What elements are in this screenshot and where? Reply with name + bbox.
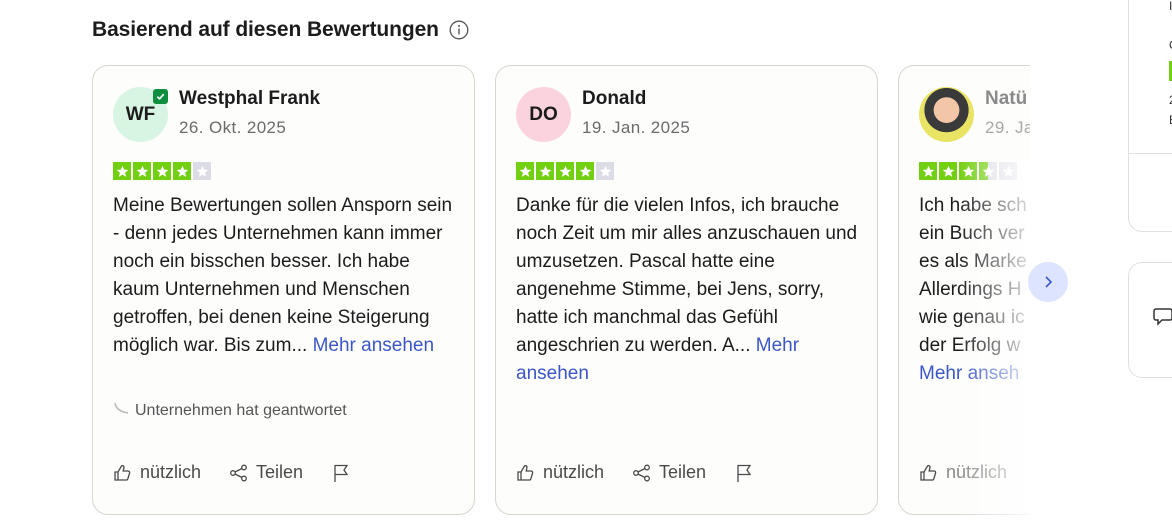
star-rating: [919, 162, 1017, 180]
share-label: Teilen: [256, 462, 304, 482]
useful-button[interactable]: nützlich: [516, 462, 604, 483]
reply-curve-icon: [114, 402, 129, 414]
useful-label: nützlich: [140, 462, 202, 482]
side-chat-box[interactable]: [1128, 262, 1172, 378]
share-button[interactable]: Teilen: [632, 462, 706, 483]
review-actions: nützlich Teilen: [113, 462, 379, 483]
star-icon: [193, 162, 211, 180]
company-replied-label: Unternehmen hat geantwortet: [135, 402, 347, 419]
share-label: Teilen: [659, 462, 707, 482]
star-icon: [919, 162, 937, 180]
star-rating: [113, 162, 211, 180]
review-body: Danke für die vielen Infos, ich brauche …: [516, 195, 858, 356]
section-heading: Basierend auf diesen Bewertungen: [92, 18, 469, 42]
star-icon: [536, 162, 554, 180]
side-summary-box: I C 2 E: [1128, 0, 1172, 232]
share-icon: [633, 464, 650, 481]
read-more-link[interactable]: Mehr anseh: [919, 363, 1019, 384]
review-card: Natü 29. Ja Ich habe sch ein Buch ver es…: [898, 65, 1030, 515]
share-button[interactable]: Teilen: [229, 462, 303, 483]
review-body: Meine Bewertungen sollen Ansporn sein - …: [113, 195, 453, 356]
star-rating: [516, 162, 614, 180]
share-icon: [230, 464, 247, 481]
review-actions: nützlich: [919, 462, 1030, 483]
reviewer-name[interactable]: Natü: [985, 88, 1027, 110]
chevron-right-icon: [1045, 276, 1053, 288]
star-icon: [999, 162, 1017, 180]
avatar-initials: WF: [125, 103, 156, 125]
star-icon: [133, 162, 151, 180]
review-line: Ich habe sch: [919, 195, 1027, 216]
avatar: DO: [516, 87, 571, 142]
review-text: Ich habe sch ein Buch ver es als Marke A…: [919, 192, 1030, 388]
review-date: 26. Okt. 2025: [179, 118, 287, 137]
reviewer-name[interactable]: Donald: [582, 88, 646, 110]
star-icon: [173, 162, 191, 180]
side-divider: [1129, 153, 1172, 154]
review-line: es als Marke: [919, 251, 1027, 272]
review-line: wie genau ic: [919, 307, 1025, 328]
star-icon: [113, 162, 131, 180]
report-button[interactable]: [734, 463, 754, 483]
star-icon: [516, 162, 534, 180]
star-icon: [153, 162, 171, 180]
reviewer-name[interactable]: Westphal Frank: [179, 88, 320, 110]
flag-icon: [334, 464, 349, 482]
review-card: DO Donald 19. Jan. 2025 Danke für die vi…: [495, 65, 878, 515]
read-more-link[interactable]: Mehr ansehen: [313, 335, 434, 356]
review-line: der Erfolg w: [919, 335, 1021, 356]
review-actions: nützlich Teilen: [516, 462, 782, 483]
star-icon: [959, 162, 977, 180]
star-icon: [939, 162, 957, 180]
avatar: [919, 87, 974, 142]
reviews-track: WF Westphal Frank 26. Okt. 2025 Meine Be…: [92, 65, 1030, 515]
thumbs-up-icon: [920, 464, 937, 481]
review-text: Meine Bewertungen sollen Ansporn sein - …: [113, 192, 458, 360]
review-line: Allerdings H: [919, 279, 1022, 300]
star-icon: [576, 162, 594, 180]
company-replied: Unternehmen hat geantwortet: [113, 402, 347, 420]
reviews-carousel: WF Westphal Frank 26. Okt. 2025 Meine Be…: [92, 65, 1030, 520]
review-text: Danke für die vielen Infos, ich brauche …: [516, 192, 861, 388]
carousel-next-button[interactable]: [1028, 262, 1068, 302]
useful-button[interactable]: nützlich: [113, 462, 201, 483]
review-card: WF Westphal Frank 26. Okt. 2025 Meine Be…: [92, 65, 475, 515]
avatar-initials: DO: [529, 103, 558, 125]
report-button[interactable]: [331, 463, 351, 483]
star-icon: [596, 162, 614, 180]
flag-icon: [737, 464, 752, 482]
star-icon: [556, 162, 574, 180]
useful-button[interactable]: nützlich: [919, 462, 1007, 483]
review-line: ein Buch ver: [919, 223, 1025, 244]
review-date: 19. Jan. 2025: [582, 118, 691, 137]
info-icon[interactable]: [449, 20, 469, 40]
thumbs-up-icon: [517, 464, 534, 481]
section-title: Basierend auf diesen Bewertungen: [92, 18, 439, 41]
thumbs-up-icon: [114, 464, 131, 481]
check-badge-icon: [153, 89, 168, 104]
review-date: 29. Ja: [985, 118, 1030, 137]
useful-label: nützlich: [543, 462, 605, 482]
chat-bubble-icon: [1153, 308, 1172, 326]
useful-label: nützlich: [946, 462, 1008, 482]
star-icon: [979, 162, 997, 180]
